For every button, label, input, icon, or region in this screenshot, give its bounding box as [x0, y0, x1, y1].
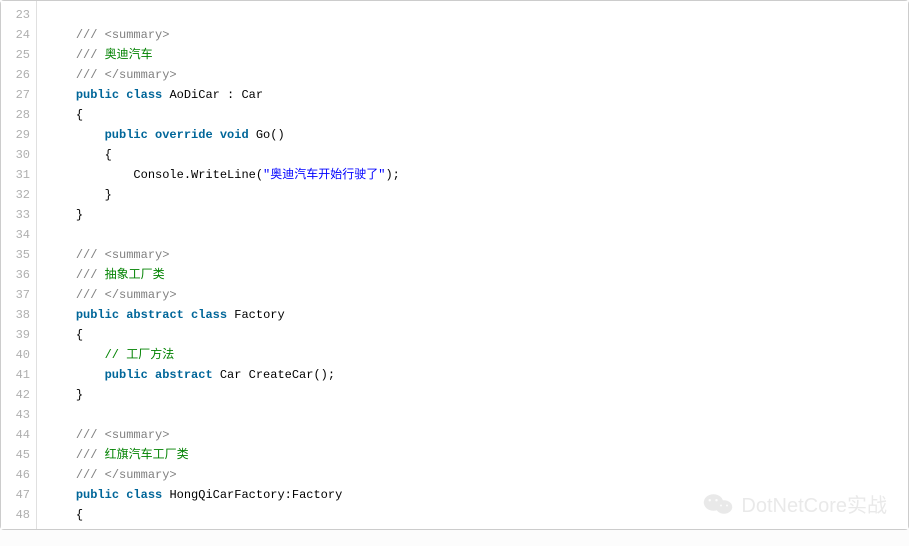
code-line [47, 5, 908, 25]
token: class [191, 308, 227, 322]
token: void [220, 128, 249, 142]
line-number: 28 [1, 105, 30, 125]
code-area[interactable]: /// <summary> /// 奥迪汽车 /// </summary> pu… [37, 1, 908, 529]
code-line: public abstract Car CreateCar(); [47, 365, 908, 385]
code-line: } [47, 205, 908, 225]
token: /// <summary> [76, 428, 170, 442]
token: /// <summary> [76, 28, 170, 42]
token [148, 128, 155, 142]
token: "奥迪汽车开始行驶了" [263, 168, 385, 182]
code-line [47, 405, 908, 425]
code-line: /// <summary> [47, 245, 908, 265]
token: 奥迪汽车 [105, 48, 153, 62]
token: } [76, 388, 83, 402]
line-number: 39 [1, 325, 30, 345]
token: /// </summary> [76, 288, 177, 302]
line-number: 38 [1, 305, 30, 325]
token: { [76, 508, 83, 522]
code-line: } [47, 385, 908, 405]
line-number: 32 [1, 185, 30, 205]
token [213, 128, 220, 142]
code-line: public override void Go() [47, 125, 908, 145]
code-line: public class HongQiCarFactory:Factory [47, 485, 908, 505]
token: override [155, 128, 213, 142]
code-editor: 2324252627282930313233343536373839404142… [0, 0, 909, 530]
token: public [76, 488, 119, 502]
line-number-gutter: 2324252627282930313233343536373839404142… [1, 1, 37, 529]
code-line: // 工厂方法 [47, 345, 908, 365]
code-line: /// </summary> [47, 285, 908, 305]
line-number: 42 [1, 385, 30, 405]
token: { [105, 148, 112, 162]
line-number: 25 [1, 45, 30, 65]
token: Car CreateCar(); [213, 368, 335, 382]
token: /// </summary> [76, 468, 177, 482]
code-line: /// <summary> [47, 425, 908, 445]
token: 红旗汽车工厂类 [105, 448, 189, 462]
code-line [47, 225, 908, 245]
code-line: { [47, 325, 908, 345]
line-number: 40 [1, 345, 30, 365]
code-line: { [47, 505, 908, 525]
token: 抽象工厂类 [105, 268, 165, 282]
line-number: 44 [1, 425, 30, 445]
token: { [76, 328, 83, 342]
token: // 工厂方法 [105, 348, 175, 362]
line-number: 46 [1, 465, 30, 485]
token: public [76, 308, 119, 322]
line-number: 34 [1, 225, 30, 245]
line-number: 29 [1, 125, 30, 145]
line-number: 27 [1, 85, 30, 105]
token: class [126, 88, 162, 102]
code-line: } [47, 185, 908, 205]
line-number: 23 [1, 5, 30, 25]
token: Go() [249, 128, 285, 142]
line-number: 36 [1, 265, 30, 285]
code-line: { [47, 145, 908, 165]
line-number: 37 [1, 285, 30, 305]
token: public [105, 368, 148, 382]
token: class [126, 488, 162, 502]
line-number: 33 [1, 205, 30, 225]
token: } [105, 188, 112, 202]
line-number: 31 [1, 165, 30, 185]
line-number: 43 [1, 405, 30, 425]
line-number: 26 [1, 65, 30, 85]
token: HongQiCarFactory:Factory [162, 488, 342, 502]
token: { [76, 108, 83, 122]
code-line: Console.WriteLine("奥迪汽车开始行驶了"); [47, 165, 908, 185]
code-line: /// 红旗汽车工厂类 [47, 445, 908, 465]
code-line: /// 抽象工厂类 [47, 265, 908, 285]
token: ); [385, 168, 399, 182]
token: Console.WriteLine( [133, 168, 263, 182]
code-line: /// <summary> [47, 25, 908, 45]
line-number: 47 [1, 485, 30, 505]
code-line: { [47, 105, 908, 125]
token: /// </summary> [76, 68, 177, 82]
line-number: 41 [1, 365, 30, 385]
token [184, 308, 191, 322]
line-number: 30 [1, 145, 30, 165]
token: abstract [155, 368, 213, 382]
code-line: /// 奥迪汽车 [47, 45, 908, 65]
token: /// <summary> [76, 248, 170, 262]
code-line: /// </summary> [47, 465, 908, 485]
line-number: 45 [1, 445, 30, 465]
code-line: public class AoDiCar : Car [47, 85, 908, 105]
token: } [76, 208, 83, 222]
line-number: 35 [1, 245, 30, 265]
token: /// [76, 268, 105, 282]
line-number: 24 [1, 25, 30, 45]
code-line: public abstract class Factory [47, 305, 908, 325]
token [148, 368, 155, 382]
token: /// [76, 48, 105, 62]
token: Factory [227, 308, 285, 322]
token: AoDiCar : Car [162, 88, 263, 102]
code-line: /// </summary> [47, 65, 908, 85]
token: public [105, 128, 148, 142]
token: public [76, 88, 119, 102]
token: /// [76, 448, 105, 462]
line-number: 48 [1, 505, 30, 525]
token: abstract [126, 308, 184, 322]
